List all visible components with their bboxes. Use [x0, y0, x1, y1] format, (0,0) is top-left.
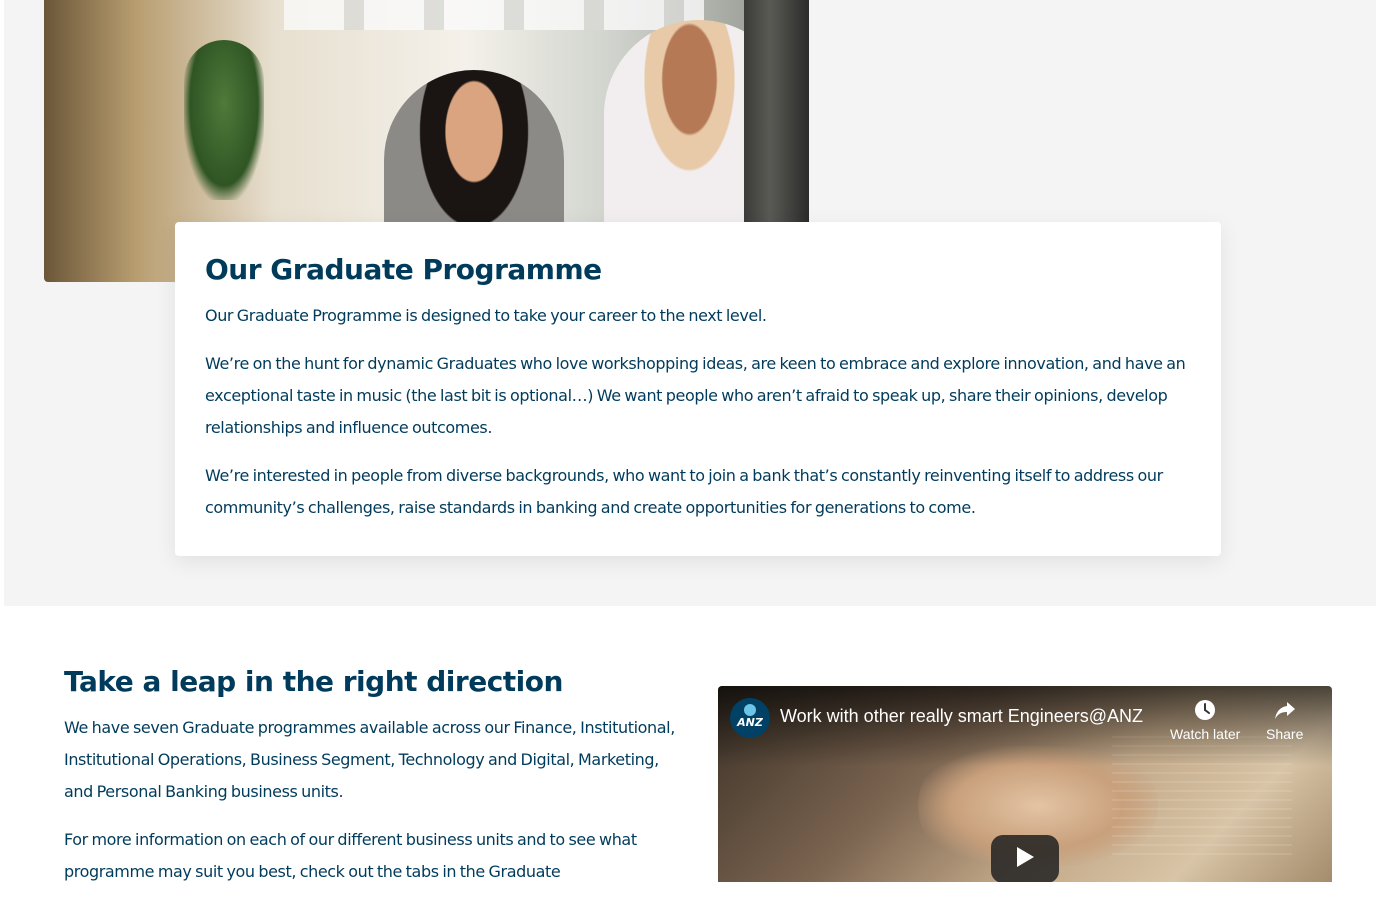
watch-later-button[interactable]: Watch later: [1170, 698, 1240, 742]
video-embed[interactable]: ANZ Work with other really smart Enginee…: [718, 686, 1332, 882]
graduate-programme-paragraph: We’re interested in people from diverse …: [205, 466, 1163, 517]
graduate-programme-intro: Our Graduate Programme is designed to ta…: [205, 306, 767, 325]
anz-logo-icon: [744, 704, 756, 716]
graduate-programme-title: Our Graduate Programme: [205, 253, 602, 286]
share-label: Share: [1266, 726, 1304, 742]
play-icon: [1015, 846, 1035, 872]
hero-image-plant: [184, 40, 264, 200]
graduate-programme-paragraph: We’re on the hunt for dynamic Graduates …: [205, 354, 1186, 437]
leap-section-title: Take a leap in the right direction: [64, 665, 563, 698]
leap-section-paragraph: We have seven Graduate programmes availa…: [64, 718, 675, 801]
video-title-link[interactable]: Work with other really smart Engineers@A…: [780, 706, 1143, 727]
share-button[interactable]: Share: [1266, 698, 1303, 742]
hero-image-ceiling: [284, 0, 704, 30]
share-arrow-icon: [1273, 698, 1297, 722]
leap-section: Take a leap in the right direction We ha…: [64, 662, 684, 904]
graduate-programme-card: Our Graduate Programme Our Graduate Prog…: [175, 222, 1221, 556]
play-button[interactable]: [991, 835, 1059, 882]
channel-logo[interactable]: ANZ: [730, 698, 770, 738]
channel-logo-text: ANZ: [737, 716, 763, 729]
leap-section-paragraph: For more information on each of our diff…: [64, 830, 637, 881]
clock-icon: [1193, 698, 1217, 722]
watch-later-label: Watch later: [1170, 726, 1241, 742]
